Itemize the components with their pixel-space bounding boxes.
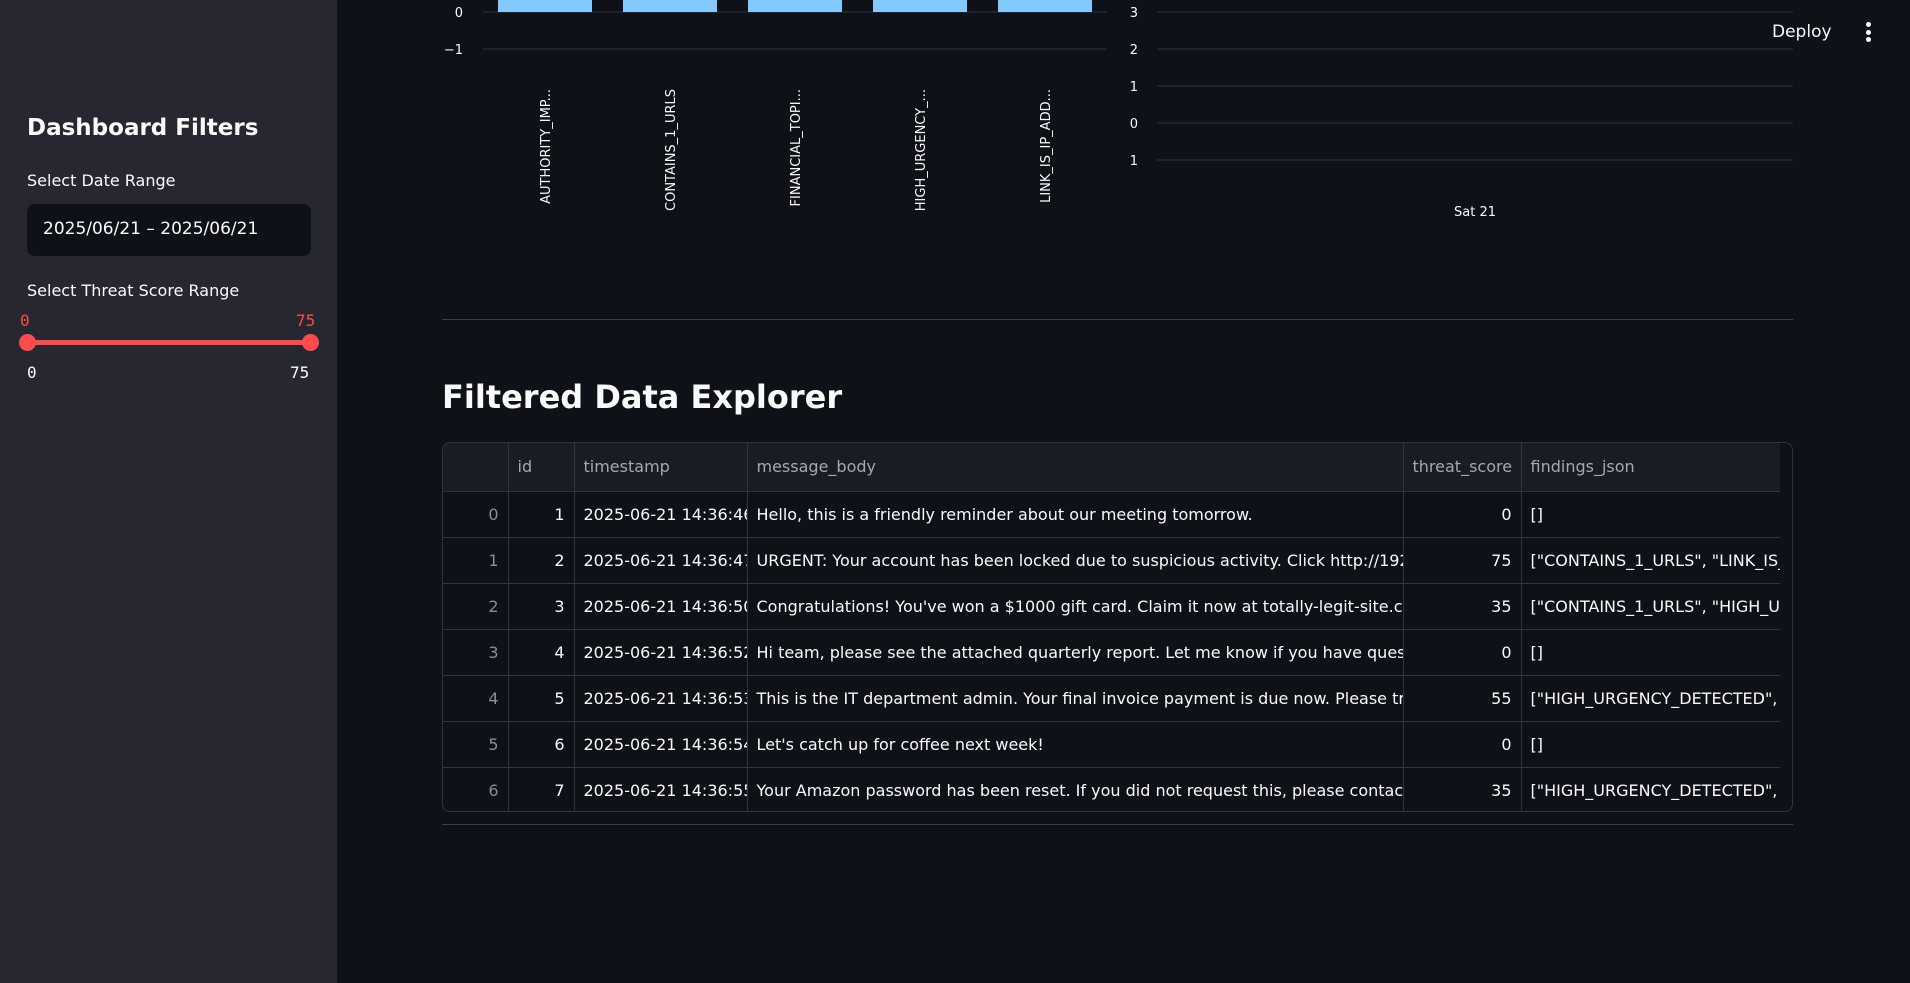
cell-message_body[interactable]: This is the IT department admin. Your fi… bbox=[747, 675, 1404, 722]
cell-id[interactable]: 3 bbox=[508, 583, 575, 630]
cell-findings_json[interactable]: ["CONTAINS_1_URLS", "HIGH_U bbox=[1521, 583, 1780, 630]
threat-score-label: Select Threat Score Range bbox=[27, 281, 240, 300]
date-chart-y-tick-label: 1 bbox=[1130, 80, 1138, 95]
cell-message_body[interactable]: Let's catch up for coffee next week! bbox=[747, 721, 1404, 768]
column-header-message_body[interactable]: message_body bbox=[747, 443, 1404, 492]
date-chart-y-tick-label: 3 bbox=[1130, 6, 1138, 21]
table-row[interactable]: 1 2 2025-06-21 14:36:47 URGENT: Your accoun… bbox=[443, 537, 1780, 584]
date-chart-x-tick-label: Sat 21 bbox=[1454, 205, 1496, 220]
cell-timestamp[interactable]: 2025-06-21 14:36:52 bbox=[574, 629, 748, 676]
cell-findings_json[interactable]: ["HIGH_URGENCY_DETECTED", ' bbox=[1521, 675, 1780, 722]
cell-index[interactable]: 1 bbox=[443, 537, 509, 584]
bar-chart: 0 −1 AUTHORITY_IMP... CONTAINS_1_URLS FINANC… bbox=[444, 0, 1107, 211]
cell-timestamp[interactable]: 2025-06-21 14:36:55 bbox=[574, 767, 748, 811]
kebab-menu-icon[interactable] bbox=[1858, 22, 1878, 44]
cell-threat_score[interactable]: 0 bbox=[1403, 721, 1522, 768]
cell-id[interactable]: 7 bbox=[508, 767, 575, 811]
cell-timestamp[interactable]: 2025-06-21 14:36:54 bbox=[574, 721, 748, 768]
date-chart-y-tick-label: 1 bbox=[1130, 154, 1138, 169]
column-header-id[interactable]: id bbox=[508, 443, 575, 492]
column-header-findings_json[interactable]: findings_json bbox=[1521, 443, 1780, 492]
bar-1 bbox=[623, 0, 717, 12]
cell-timestamp[interactable]: 2025-06-21 14:36:46 bbox=[574, 491, 748, 538]
cell-findings_json[interactable]: [] bbox=[1521, 629, 1780, 676]
cell-index[interactable]: 0 bbox=[443, 491, 509, 538]
table-row[interactable]: 4 5 2025-06-21 14:36:53 This is the IT depa… bbox=[443, 675, 1780, 722]
cell-message_body[interactable]: Congratulations! You've won a $1000 gift… bbox=[747, 583, 1404, 630]
table-header-row: id timestamp message_body threat_score findi… bbox=[443, 443, 1780, 492]
cell-threat_score[interactable]: 0 bbox=[1403, 629, 1522, 676]
slider-min-value: 0 bbox=[20, 311, 30, 330]
bar-y-tick-label: 0 bbox=[455, 6, 463, 21]
cell-threat_score[interactable]: 35 bbox=[1403, 767, 1522, 811]
table-bottom-divider bbox=[442, 824, 1793, 825]
cell-findings_json[interactable]: [] bbox=[1521, 491, 1780, 538]
explorer-title: Filtered Data Explorer bbox=[442, 378, 843, 416]
bar-y-tick-label: −1 bbox=[444, 43, 463, 58]
table-row[interactable]: 6 7 2025-06-21 14:36:55 Your Amazon passwor… bbox=[443, 767, 1781, 811]
section-divider bbox=[442, 319, 1793, 320]
cell-index[interactable]: 4 bbox=[443, 675, 509, 722]
cell-message_body[interactable]: Your Amazon password has been reset. If … bbox=[747, 767, 1404, 811]
cell-threat_score[interactable]: 35 bbox=[1403, 583, 1522, 630]
cell-id[interactable]: 5 bbox=[508, 675, 575, 722]
threat-score-slider-track[interactable] bbox=[27, 340, 311, 345]
cell-index[interactable]: 2 bbox=[443, 583, 509, 630]
date-chart: 3 2 1 0 1 Sat 21 bbox=[1130, 6, 1793, 220]
sidebar-title: Dashboard Filters bbox=[27, 115, 259, 141]
sidebar: Dashboard Filters Select Date Range 2025… bbox=[0, 0, 337, 983]
table-row[interactable]: 2 3 2025-06-21 14:36:50 Congratulations! Yo… bbox=[443, 583, 1780, 630]
data-table[interactable]: id timestamp message_body threat_score findi… bbox=[442, 442, 1793, 812]
cell-id[interactable]: 6 bbox=[508, 721, 575, 768]
charts-area: 0 −1 AUTHORITY_IMP... CONTAINS_1_URLS FINANC… bbox=[444, 0, 1793, 220]
cell-message_body[interactable]: Hi team, please see the attached quarter… bbox=[747, 629, 1404, 676]
cell-timestamp[interactable]: 2025-06-21 14:36:53 bbox=[574, 675, 748, 722]
column-header-index[interactable] bbox=[443, 443, 509, 492]
cell-id[interactable]: 4 bbox=[508, 629, 575, 676]
date-chart-y-tick-label: 2 bbox=[1130, 43, 1138, 58]
cell-timestamp[interactable]: 2025-06-21 14:36:50 bbox=[574, 583, 748, 630]
cell-index[interactable]: 6 bbox=[443, 767, 509, 811]
bar-category-label: CONTAINS_1_URLS bbox=[664, 89, 679, 211]
cell-findings_json[interactable]: ["CONTAINS_1_URLS", "LINK_IS_ bbox=[1521, 537, 1780, 584]
cell-findings_json[interactable]: ["HIGH_URGENCY_DETECTED", ' bbox=[1521, 767, 1781, 811]
column-header-threat_score[interactable]: threat_score bbox=[1403, 443, 1522, 492]
table-body: 0 1 2025-06-21 14:36:46 Hello, this is a fr… bbox=[443, 491, 1781, 811]
date-chart-y-tick-label: 0 bbox=[1130, 117, 1138, 132]
cell-threat_score[interactable]: 0 bbox=[1403, 491, 1522, 538]
table-row[interactable]: 0 1 2025-06-21 14:36:46 Hello, this is a fr… bbox=[443, 491, 1780, 538]
cell-message_body[interactable]: URGENT: Your account has been locked due… bbox=[747, 537, 1404, 584]
bar-category-label: HIGH_URGENCY_... bbox=[914, 89, 929, 211]
slider-max-handle[interactable] bbox=[302, 334, 319, 351]
bar-4 bbox=[998, 0, 1092, 12]
slider-min-handle[interactable] bbox=[19, 334, 36, 351]
bar-0 bbox=[498, 0, 592, 12]
cell-threat_score[interactable]: 75 bbox=[1403, 537, 1522, 584]
slider-range-max: 75 bbox=[290, 363, 310, 382]
cell-findings_json[interactable]: [] bbox=[1521, 721, 1780, 768]
bar-category-label: FINANCIAL_TOPI... bbox=[789, 89, 804, 206]
bar-2 bbox=[748, 0, 842, 12]
cell-message_body[interactable]: Hello, this is a friendly reminder about… bbox=[747, 491, 1404, 538]
bar-category-label: LINK_IS_IP_ADD... bbox=[1039, 89, 1054, 203]
column-header-timestamp[interactable]: timestamp bbox=[574, 443, 748, 492]
slider-range-min: 0 bbox=[27, 363, 37, 382]
date-range-label: Select Date Range bbox=[27, 171, 176, 190]
cell-id[interactable]: 2 bbox=[508, 537, 575, 584]
table-row[interactable]: 3 4 2025-06-21 14:36:52 Hi team, please see… bbox=[443, 629, 1780, 676]
cell-timestamp[interactable]: 2025-06-21 14:36:47 bbox=[574, 537, 748, 584]
slider-max-value: 75 bbox=[296, 311, 316, 330]
bar-category-label: AUTHORITY_IMP... bbox=[539, 89, 554, 204]
bar-3 bbox=[873, 0, 967, 12]
cell-index[interactable]: 5 bbox=[443, 721, 509, 768]
date-range-input[interactable]: 2025/06/21 – 2025/06/21 bbox=[27, 204, 311, 256]
cell-index[interactable]: 3 bbox=[443, 629, 509, 676]
cell-threat_score[interactable]: 55 bbox=[1403, 675, 1522, 722]
cell-id[interactable]: 1 bbox=[508, 491, 575, 538]
table-row[interactable]: 5 6 2025-06-21 14:36:54 Let's catch up for … bbox=[443, 721, 1780, 768]
